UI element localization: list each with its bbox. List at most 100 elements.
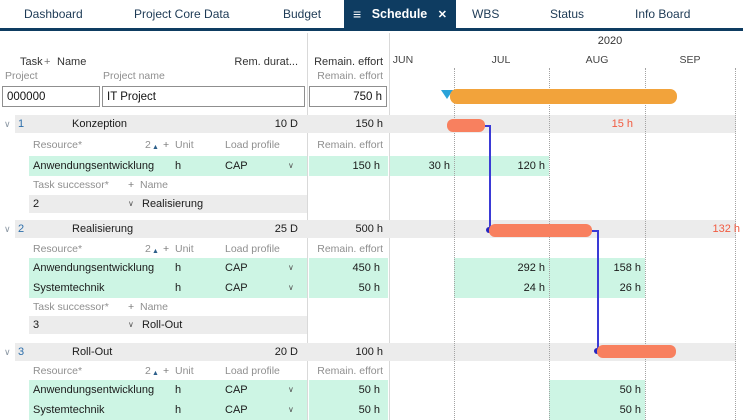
tab-schedule-label: Schedule xyxy=(371,7,428,21)
tab-project-core-data[interactable]: Project Core Data xyxy=(134,0,229,28)
task-name[interactable]: Realisierung xyxy=(72,220,133,238)
gantt-month-sep: SEP xyxy=(679,54,701,66)
dropdown-icon[interactable]: ∨ xyxy=(128,316,134,334)
expand-task-icon[interactable]: ∨ xyxy=(4,115,11,133)
gantt-month-aug: AUG xyxy=(585,54,609,66)
resource-load-profile[interactable]: CAP xyxy=(225,258,248,278)
resource-header-label: Resource* xyxy=(33,139,83,151)
resource-load-profile[interactable]: CAP xyxy=(225,278,248,298)
successor-name[interactable]: Realisierung xyxy=(142,195,203,213)
sort-asc-icon[interactable]: ▲ xyxy=(152,244,159,259)
add-resource-button[interactable]: + xyxy=(163,138,169,153)
resource-effort[interactable]: 50 h xyxy=(359,380,380,400)
overload-label: 15 h xyxy=(611,118,633,130)
dependency-link xyxy=(489,125,491,230)
project-id-input[interactable] xyxy=(2,86,100,107)
tab-schedule[interactable]: ≡ Schedule ✕ xyxy=(344,0,456,28)
month-gridline xyxy=(549,68,550,420)
project-summary-bar[interactable] xyxy=(450,89,677,104)
task-effort[interactable]: 150 h xyxy=(355,115,383,133)
col-header-rem-duration[interactable]: Rem. durat... xyxy=(234,55,298,69)
task-id[interactable]: 1 xyxy=(18,115,24,133)
task-name[interactable]: Konzeption xyxy=(72,115,127,133)
tab-info-board[interactable]: Info Board xyxy=(635,0,690,28)
close-icon[interactable]: ✕ xyxy=(438,8,447,21)
tab-status[interactable]: Status xyxy=(550,0,584,28)
col-header-name[interactable]: Name xyxy=(57,55,86,69)
dropdown-icon[interactable]: ∨ xyxy=(288,400,294,420)
resource-name[interactable]: Anwendungsentwicklung xyxy=(33,380,154,400)
resource-header-label: Resource* xyxy=(33,365,83,377)
resource-name[interactable]: Systemtechnik xyxy=(33,278,105,298)
sort-asc-icon[interactable]: ▲ xyxy=(152,140,159,155)
task-duration[interactable]: 20 D xyxy=(275,343,298,361)
col-header-remain-effort[interactable]: Remain. effort xyxy=(314,55,383,69)
resource-load-profile-header: Load profile xyxy=(225,243,280,255)
resource-name[interactable]: Anwendungsentwicklung xyxy=(33,156,154,176)
monthly-effort: 50 h xyxy=(619,384,641,396)
resource-unit[interactable]: h xyxy=(175,156,181,176)
dropdown-icon[interactable]: ∨ xyxy=(128,195,134,213)
resource-unit[interactable]: h xyxy=(175,380,181,400)
menu-icon[interactable]: ≡ xyxy=(353,6,361,22)
month-gridline xyxy=(735,68,736,420)
project-name-input[interactable] xyxy=(102,86,305,107)
expand-task-icon[interactable]: ∨ xyxy=(4,343,11,361)
resource-unit[interactable]: h xyxy=(175,400,181,420)
active-tab-underline xyxy=(0,28,743,31)
dropdown-icon[interactable]: ∨ xyxy=(288,156,294,176)
add-resource-button[interactable]: + xyxy=(163,242,169,257)
dropdown-icon[interactable]: ∨ xyxy=(288,258,294,278)
add-successor-button[interactable]: + xyxy=(128,178,134,193)
add-successor-button[interactable]: + xyxy=(128,300,134,315)
resource-effort[interactable]: 150 h xyxy=(352,156,380,176)
resource-header-label: Resource* xyxy=(33,243,83,255)
resource-unit[interactable]: h xyxy=(175,278,181,298)
task-effort[interactable]: 100 h xyxy=(355,343,383,361)
task-bar-rollout[interactable] xyxy=(597,345,676,358)
resource-count: 2 xyxy=(145,139,151,151)
dependency-link xyxy=(597,230,599,351)
successor-name-header: Name xyxy=(140,179,169,191)
dropdown-icon[interactable]: ∨ xyxy=(288,278,294,298)
successor-id[interactable]: 2 xyxy=(33,195,39,213)
resource-effort-header: Remain. effort xyxy=(317,139,383,151)
task-id[interactable]: 3 xyxy=(18,343,24,361)
schedule-window: Dashboard Project Core Data Budget ≡ Sch… xyxy=(0,0,743,420)
resource-load-profile[interactable]: CAP xyxy=(225,380,248,400)
monthly-effort: 158 h xyxy=(613,262,641,274)
resource-effort-header: Remain. effort xyxy=(317,365,383,377)
resource-load-profile[interactable]: CAP xyxy=(225,156,248,176)
expand-task-icon[interactable]: ∨ xyxy=(4,220,11,238)
add-task-button[interactable]: + xyxy=(44,55,50,69)
successor-id[interactable]: 3 xyxy=(33,316,39,334)
resource-load-profile-header: Load profile xyxy=(225,365,280,377)
tab-budget[interactable]: Budget xyxy=(283,0,321,28)
task-id[interactable]: 2 xyxy=(18,220,24,238)
task-effort[interactable]: 500 h xyxy=(355,220,383,238)
add-resource-button[interactable]: + xyxy=(163,364,169,379)
resource-count: 2 xyxy=(145,243,151,255)
resource-name[interactable]: Systemtechnik xyxy=(33,400,105,420)
resource-unit[interactable]: h xyxy=(175,258,181,278)
project-effort-label: Remain. effort xyxy=(317,70,383,82)
resource-effort[interactable]: 450 h xyxy=(352,258,380,278)
tab-wbs[interactable]: WBS xyxy=(472,0,499,28)
successor-name[interactable]: Roll-Out xyxy=(142,316,182,334)
resource-effort[interactable]: 50 h xyxy=(359,400,380,420)
sort-asc-icon[interactable]: ▲ xyxy=(152,366,159,381)
task-bar-realisierung[interactable] xyxy=(489,224,592,237)
col-header-task[interactable]: Task xyxy=(20,55,43,69)
resource-unit-header: Unit xyxy=(175,139,194,151)
task-duration[interactable]: 25 D xyxy=(275,220,298,238)
resource-effort[interactable]: 50 h xyxy=(359,278,380,298)
task-duration[interactable]: 10 D xyxy=(275,115,298,133)
resource-name[interactable]: Anwendungsentwicklung xyxy=(33,258,154,278)
resource-load-profile[interactable]: CAP xyxy=(225,400,248,420)
tab-dashboard[interactable]: Dashboard xyxy=(24,0,83,28)
project-effort-input[interactable] xyxy=(309,86,387,107)
resource-count: 2 xyxy=(145,365,151,377)
task-bar-konzeption[interactable] xyxy=(447,119,485,132)
dropdown-icon[interactable]: ∨ xyxy=(288,380,294,400)
task-name[interactable]: Roll-Out xyxy=(72,343,112,361)
